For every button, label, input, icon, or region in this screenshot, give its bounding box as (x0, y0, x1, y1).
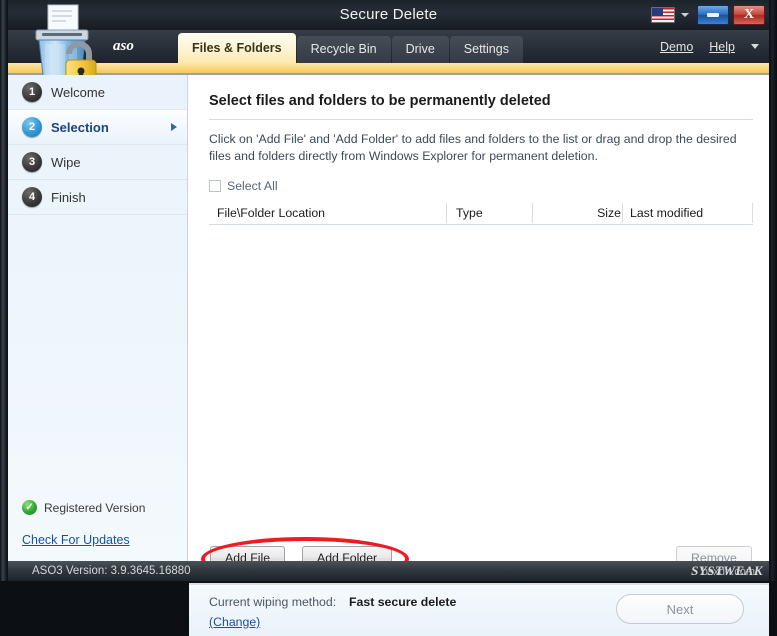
close-button[interactable]: X (733, 5, 765, 25)
change-wiping-method-link[interactable]: (Change) (209, 615, 260, 629)
window-border-left (0, 0, 8, 581)
table-header-row: File\Folder Location Type Size Last modi… (209, 201, 753, 225)
sidebar-item-finish[interactable]: 4 Finish (8, 180, 187, 215)
gold-accent-band (8, 63, 769, 73)
tab-recycle-bin[interactable]: Recycle Bin (297, 36, 391, 63)
checkbox-icon[interactable] (209, 180, 221, 192)
registration-status: ✓ Registered Version (22, 500, 188, 515)
sidebar-item-wipe[interactable]: 3 Wipe (8, 145, 187, 180)
column-separator[interactable] (752, 203, 753, 223)
sidebar-footer: ✓ Registered Version Check For Updates (8, 500, 188, 561)
chevron-down-icon[interactable] (681, 13, 689, 17)
column-header-last-modified[interactable]: Last modified (630, 201, 703, 225)
sidebar-item-label: Finish (51, 190, 86, 205)
check-for-updates-link[interactable]: Check For Updates (22, 533, 188, 547)
tab-bar-links: Demo Help (660, 30, 759, 63)
step-number-badge: 4 (22, 187, 42, 207)
green-check-icon: ✓ (22, 500, 37, 515)
sidebar-item-selection[interactable]: 2 Selection (8, 110, 187, 145)
tab-files-and-folders[interactable]: Files & Folders (178, 33, 296, 63)
tab-drive[interactable]: Drive (392, 36, 449, 63)
step-number-badge: 1 (22, 82, 42, 102)
file-list[interactable] (209, 225, 753, 463)
main-panel: Select files and folders to be permanent… (189, 75, 769, 561)
registered-label: Registered Version (44, 501, 145, 515)
column-separator[interactable] (446, 203, 447, 223)
step-number-badge: 3 (22, 152, 42, 172)
sidebar-item-label: Welcome (51, 85, 105, 100)
sidebar-item-label: Selection (51, 120, 109, 135)
column-separator[interactable] (622, 203, 623, 223)
column-separator[interactable] (532, 203, 533, 223)
window-controls: X (651, 3, 765, 27)
page-title: Select files and folders to be permanent… (209, 93, 551, 109)
sidebar-item-label: Wipe (51, 155, 81, 170)
page-description: Click on 'Add File' and 'Add Folder' to … (209, 131, 753, 165)
chevron-down-icon-help[interactable] (751, 44, 759, 49)
sidebar-item-welcome[interactable]: 1 Welcome (8, 75, 187, 110)
version-label: ASO3 Version: 3.9.3645.16880 (32, 561, 191, 581)
application-window: Secure Delete X aso Files & Folders Recy… (0, 0, 777, 581)
minimize-button[interactable] (697, 5, 729, 25)
help-link[interactable]: Help (709, 40, 735, 54)
tab-settings[interactable]: Settings (450, 36, 523, 63)
window-border-right (769, 0, 777, 581)
select-all-checkbox[interactable]: Select All (209, 179, 278, 193)
column-header-type[interactable]: Type (456, 201, 483, 225)
wiping-method-label: Current wiping method: (209, 595, 336, 609)
tab-list: Files & Folders Recycle Bin Drive Settin… (178, 33, 524, 63)
step-number-badge: 2 (22, 117, 42, 137)
tab-bar: aso Files & Folders Recycle Bin Drive Se… (8, 30, 769, 63)
status-bar: ASO3 Version: 3.9.3645.16880 SYSTWEAK bs… (8, 561, 769, 581)
footer-bar: Current wiping method: Fast secure delet… (189, 584, 769, 636)
title-bar: Secure Delete X (8, 0, 769, 30)
brand-logo-text: aso (113, 30, 134, 63)
site-watermark: bsxdn.com (702, 565, 755, 579)
column-header-size[interactable]: Size (581, 201, 621, 225)
chevron-right-icon (171, 123, 177, 131)
column-header-location[interactable]: File\Folder Location (217, 201, 325, 225)
sidebar: 1 Welcome 2 Selection 3 Wipe 4 Finish ✓ … (8, 75, 188, 561)
content-area: 1 Welcome 2 Selection 3 Wipe 4 Finish ✓ … (8, 75, 769, 561)
title-divider (209, 119, 753, 120)
wiping-method-value: Fast secure delete (349, 595, 456, 609)
us-flag-icon[interactable] (651, 7, 675, 23)
demo-link[interactable]: Demo (660, 40, 693, 54)
next-button[interactable]: Next (616, 594, 744, 624)
select-all-label: Select All (227, 179, 278, 193)
